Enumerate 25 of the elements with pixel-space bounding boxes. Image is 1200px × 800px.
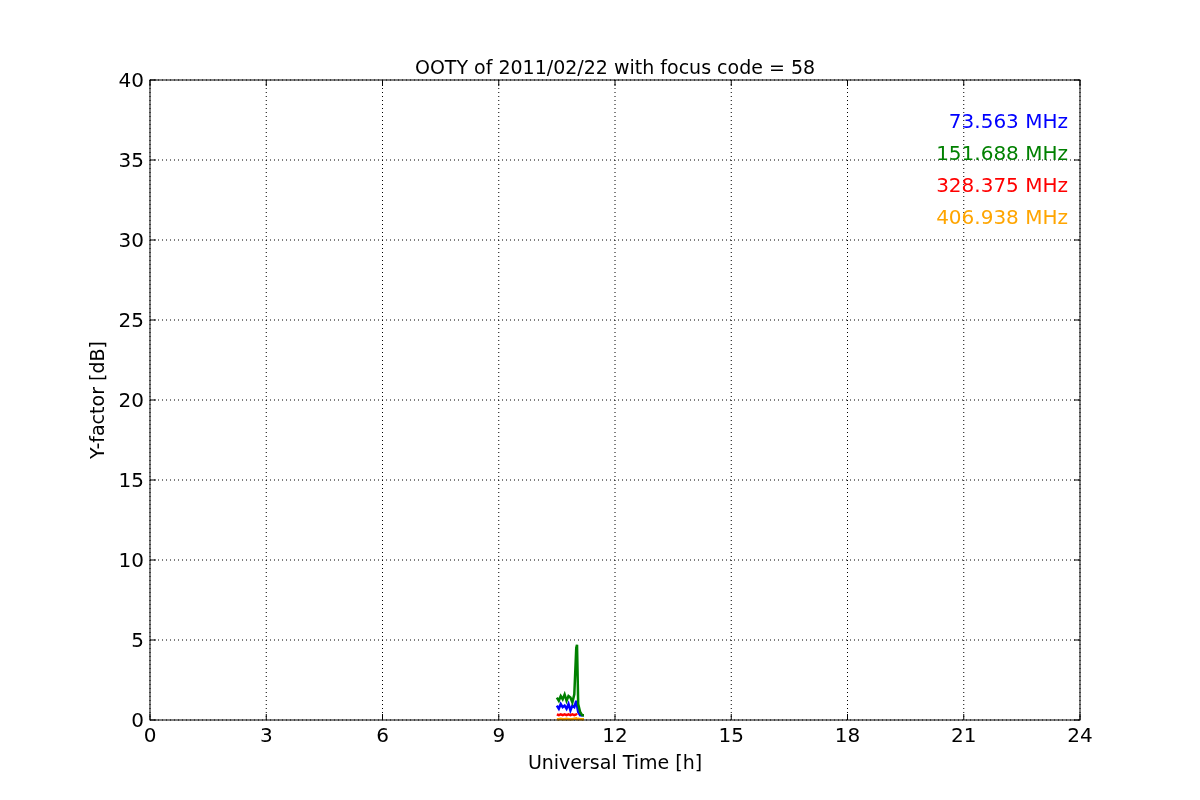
y-tick-label: 35 — [118, 148, 144, 172]
y-tick-label: 20 — [118, 388, 144, 412]
x-tick-label: 12 — [602, 723, 628, 747]
y-tick-label: 30 — [118, 228, 144, 252]
x-tick-label: 9 — [492, 723, 506, 747]
y-axis-label: Y-factor [dB] — [86, 341, 108, 459]
y-tick-label: 0 — [131, 708, 144, 732]
legend-label: 73.563 MHz — [948, 109, 1068, 133]
chart-title: OOTY of 2011/02/22 with focus code = 58 — [414, 56, 816, 78]
y-tick-label: 5 — [131, 628, 144, 652]
x-axis-label: Universal Time [h] — [527, 751, 703, 773]
y-tick-label: 15 — [118, 468, 144, 492]
legend-label: 151.688 MHz — [936, 141, 1068, 165]
x-tick-label: 24 — [1067, 723, 1093, 747]
y-tick-label: 25 — [118, 308, 144, 332]
y-tick-label: 10 — [118, 548, 144, 572]
x-tick-label: 6 — [376, 723, 389, 747]
y-tick-label: 40 — [118, 68, 144, 92]
legend-label: 406.938 MHz — [936, 205, 1068, 229]
x-tick-label: 21 — [951, 723, 977, 747]
x-tick-label: 0 — [143, 723, 157, 747]
x-tick-label: 18 — [834, 723, 861, 747]
legend-label: 328.375 MHz — [936, 173, 1068, 197]
x-tick-label: 15 — [718, 723, 744, 747]
x-tick-label: 3 — [259, 723, 273, 747]
